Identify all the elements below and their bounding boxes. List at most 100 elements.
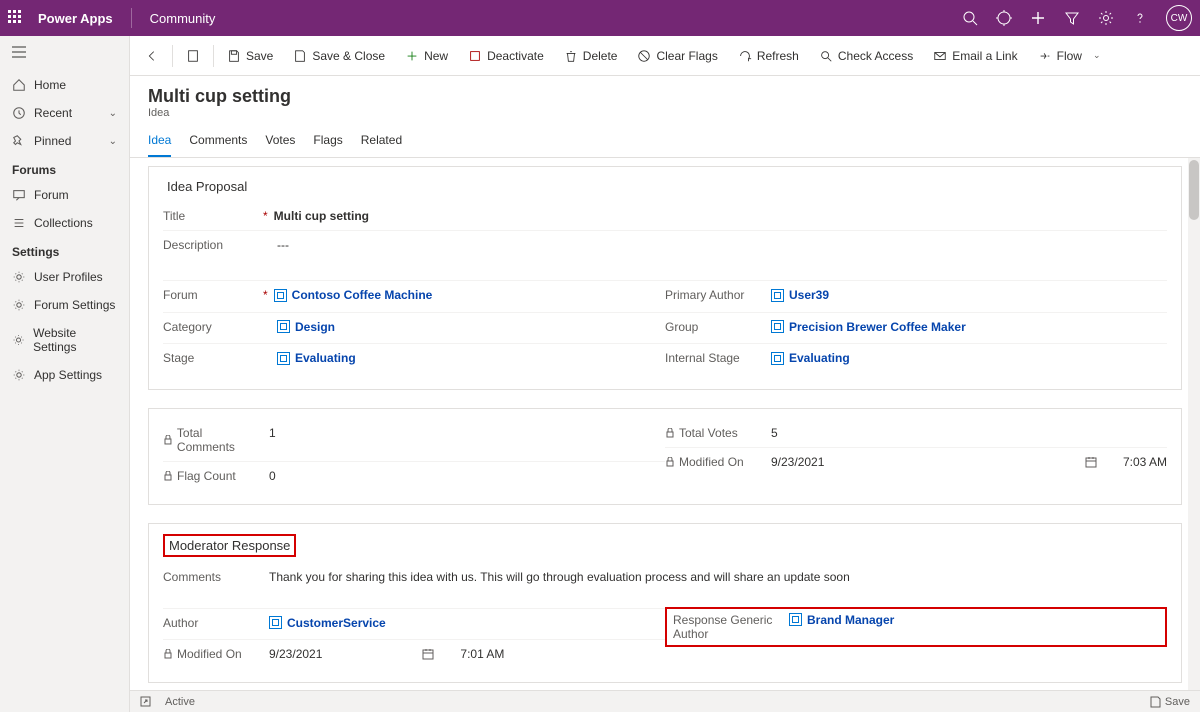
tab-votes[interactable]: Votes: [265, 133, 295, 157]
lock-icon: [665, 457, 675, 467]
nav-label: Website Settings: [33, 326, 117, 354]
sidebar-item-recent[interactable]: Recent ⌄: [0, 99, 129, 127]
lookup-value[interactable]: Evaluating: [277, 351, 356, 365]
tab-related[interactable]: Related: [361, 133, 402, 157]
popout-icon[interactable]: [140, 696, 151, 707]
save-close-button[interactable]: Save & Close: [284, 43, 394, 69]
gear-icon: [12, 298, 26, 312]
lock-icon: [163, 435, 173, 445]
cmd-label: Delete: [583, 49, 618, 63]
cmd-label: Email a Link: [952, 49, 1017, 63]
scrollbar[interactable]: [1188, 158, 1200, 690]
nav-label: Recent: [34, 106, 72, 120]
field-label: Group: [665, 320, 698, 334]
field-mod-comments[interactable]: Comments Thank you for sharing this idea…: [163, 563, 1167, 609]
nav-label: Home: [34, 78, 66, 92]
back-arrow-icon: [145, 49, 159, 63]
field-label: Modified On: [177, 647, 242, 661]
cmd-label: New: [424, 49, 448, 63]
field-group[interactable]: Group Precision Brewer Coffee Maker: [665, 313, 1167, 345]
refresh-icon: [738, 49, 752, 63]
sidebar-item-app-settings[interactable]: App Settings: [0, 361, 129, 389]
new-button[interactable]: New: [396, 43, 457, 69]
field-label: Comments: [163, 570, 221, 584]
field-forum[interactable]: Forum * Contoso Coffee Machine: [163, 281, 665, 313]
flow-button[interactable]: Flow⌄: [1029, 43, 1110, 69]
field-value: ---: [271, 238, 1167, 252]
footer-save-button[interactable]: Save: [1149, 696, 1190, 708]
avatar[interactable]: CW: [1166, 5, 1192, 31]
form-tabs: Idea Comments Votes Flags Related: [130, 119, 1200, 158]
field-stage[interactable]: Stage Evaluating: [163, 344, 665, 375]
sidebar-item-pinned[interactable]: Pinned ⌄: [0, 127, 129, 155]
field-internal-stage[interactable]: Internal Stage Evaluating: [665, 344, 1167, 375]
status-text: Active: [165, 696, 195, 708]
tab-flags[interactable]: Flags: [313, 133, 342, 157]
sidebar-item-collections[interactable]: Collections: [0, 209, 129, 237]
deactivate-button[interactable]: Deactivate: [459, 43, 553, 69]
section-idea-proposal: Idea Proposal Title * Multi cup setting …: [148, 166, 1182, 390]
sidebar-item-forum[interactable]: Forum: [0, 181, 129, 209]
filter-icon[interactable]: [1064, 10, 1080, 26]
field-primary-author[interactable]: Primary Author User39: [665, 281, 1167, 313]
cmd-label: Deactivate: [487, 49, 544, 63]
record-set-button[interactable]: [177, 43, 209, 69]
save-button[interactable]: Save: [218, 43, 282, 69]
sidebar-item-home[interactable]: Home: [0, 71, 129, 99]
record-header: Multi cup setting Idea: [130, 76, 1200, 119]
back-button[interactable]: [136, 43, 168, 69]
help-icon[interactable]: [1132, 10, 1148, 26]
plus-icon[interactable]: [1030, 10, 1046, 26]
lookup-icon: [269, 616, 282, 629]
field-label: Description: [163, 238, 223, 252]
sidebar: Home Recent ⌄ Pinned ⌄ Forums Forum Coll…: [0, 36, 130, 712]
refresh-button[interactable]: Refresh: [729, 43, 808, 69]
lookup-value[interactable]: Design: [277, 320, 335, 334]
date-value: 9/23/2021: [771, 455, 824, 469]
field-description[interactable]: Description ---: [163, 231, 1167, 281]
field-label: Total Comments: [177, 426, 263, 454]
clear-flags-button[interactable]: Clear Flags: [628, 43, 726, 69]
content-pane: Save Save & Close New Deactivate Delete …: [130, 36, 1200, 712]
gear-icon: [12, 333, 25, 347]
field-label: Title: [163, 209, 185, 223]
field-label: Primary Author: [665, 288, 744, 302]
tab-idea[interactable]: Idea: [148, 133, 171, 157]
lookup-value[interactable]: Precision Brewer Coffee Maker: [771, 320, 966, 334]
email-link-button[interactable]: Email a Link: [924, 43, 1026, 69]
time-value: 7:03 AM: [1123, 455, 1167, 469]
lookup-value[interactable]: User39: [771, 288, 829, 302]
nav-label: Pinned: [34, 134, 71, 148]
tab-comments[interactable]: Comments: [189, 133, 247, 157]
app-launcher-icon[interactable]: [8, 10, 24, 26]
lookup-value[interactable]: Evaluating: [771, 351, 850, 365]
gear-icon[interactable]: [1098, 10, 1114, 26]
target-icon[interactable]: [996, 10, 1012, 26]
sidebar-item-website-settings[interactable]: Website Settings: [0, 319, 129, 361]
scroll-thumb[interactable]: [1189, 160, 1199, 220]
command-bar: Save Save & Close New Deactivate Delete …: [130, 36, 1200, 76]
status-bar: Active Save: [130, 690, 1200, 712]
field-value: 0: [263, 469, 665, 483]
lookup-value[interactable]: Contoso Coffee Machine: [274, 288, 433, 302]
field-category[interactable]: Category Design: [163, 313, 665, 345]
lookup-value[interactable]: Brand Manager: [789, 613, 894, 627]
save-close-icon: [293, 49, 307, 63]
field-response-generic-author[interactable]: Response Generic Author Brand Manager: [665, 607, 1167, 647]
search-icon[interactable]: [962, 10, 978, 26]
field-mod-author[interactable]: Author CustomerService: [163, 609, 665, 641]
field-title[interactable]: Title * Multi cup setting: [163, 202, 1167, 231]
lookup-icon: [789, 613, 802, 626]
sidebar-item-forum-settings[interactable]: Forum Settings: [0, 291, 129, 319]
check-access-button[interactable]: Check Access: [810, 43, 922, 69]
delete-button[interactable]: Delete: [555, 43, 627, 69]
app-name: Power Apps: [38, 11, 113, 26]
lookup-icon: [771, 289, 784, 302]
section-moderator-response: Moderator Response Comments Thank you fo…: [148, 523, 1182, 684]
field-total-comments: Total Comments 1: [163, 419, 665, 462]
lookup-value[interactable]: CustomerService: [269, 616, 386, 630]
cmd-label: Save: [246, 49, 273, 63]
hamburger-icon[interactable]: [0, 36, 129, 71]
calendar-icon: [1085, 456, 1097, 468]
sidebar-item-user-profiles[interactable]: User Profiles: [0, 263, 129, 291]
